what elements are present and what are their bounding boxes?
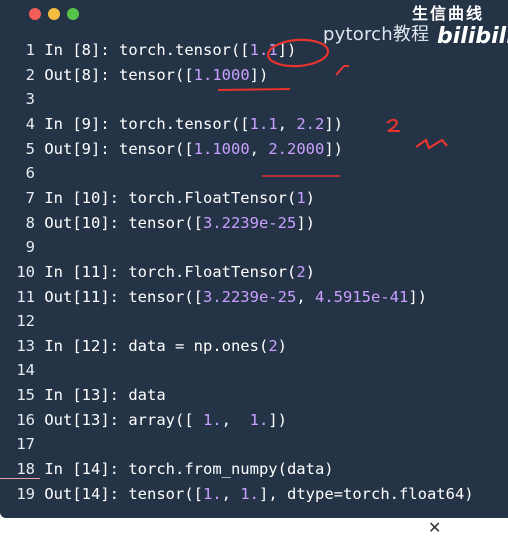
code-line: 5 Out[9]: tensor([1.1000, 2.2000]) (0, 137, 343, 162)
code-text: , (221, 484, 241, 503)
code-text: Out[10]: tensor([ (44, 213, 203, 232)
code-text: In [9]: torch.tensor([ (44, 114, 250, 133)
watermark-title: pytorch教程 (323, 24, 430, 45)
code-text: In [10]: torch.FloatTensor( (44, 188, 297, 207)
number-literal: 2.2000 (268, 139, 325, 158)
line-number: 10 (16, 262, 35, 281)
line-number: 6 (25, 164, 35, 183)
number-literal: 1. (202, 410, 222, 429)
line-number: 12 (16, 312, 35, 331)
code-text: ) (305, 188, 315, 207)
code-line: 1 In [8]: torch.tensor([1.1]) (0, 38, 297, 63)
code-text: Out[9]: tensor([ (44, 139, 194, 158)
line-number: 11 (16, 287, 35, 306)
code-text: Out[14]: tensor([ (44, 484, 203, 503)
line-number: 13 (16, 336, 35, 355)
annotation-mark-1 (335, 65, 349, 76)
line-number: 4 (25, 114, 35, 133)
number-literal: 1.1 (249, 41, 278, 59)
number-literal: 1.1000 (193, 65, 250, 84)
maximize-button[interactable] (67, 8, 79, 20)
number-literal: 3.2239e-25 (202, 213, 297, 232)
line-number: 7 (25, 188, 35, 207)
code-text: Out[8]: tensor([ (44, 65, 194, 84)
code-text: ]) (296, 213, 315, 232)
code-text: ) (305, 262, 315, 281)
line-number: 19 (16, 484, 35, 503)
code-text: , (296, 287, 315, 306)
number-literal: 1 (296, 188, 306, 207)
line-number: 2 (25, 65, 35, 84)
number-literal: 3.2239e-25 (202, 287, 297, 306)
code-line: 18 In [14]: torch.from_numpy(data) (0, 457, 334, 482)
code-text: ]) (249, 65, 269, 84)
code-window: 生信曲线 pytorch教程 bilibili 1 In [8]: torch.… (0, 0, 508, 518)
code-line: 12 (0, 309, 44, 334)
code-line: 19 Out[14]: tensor([1., 1.], dtype=torch… (0, 482, 474, 507)
code-text: ], dtype=torch.float64) (259, 484, 474, 503)
code-text: Out[11]: tensor([ (44, 287, 203, 306)
number-literal: 1. (249, 410, 269, 429)
divider (0, 478, 40, 479)
code-line: 13 In [12]: data = np.ones(2) (0, 334, 287, 359)
code-line: 6 (0, 161, 44, 186)
annotation-number-2 (386, 118, 400, 132)
line-number: 15 (16, 386, 35, 405)
minimize-button[interactable] (48, 8, 60, 20)
number-literal: 1.1 (249, 114, 278, 133)
code-line: 2 Out[8]: tensor([1.1000]) (0, 63, 269, 88)
code-line: 15 In [13]: data (0, 383, 166, 408)
number-literal: 1.1000 (193, 139, 250, 158)
line-number: 8 (25, 213, 35, 232)
code-text: Out[13]: array([ (44, 410, 203, 429)
code-text: ) (277, 336, 287, 355)
code-line: 14 (0, 358, 44, 383)
line-number: 5 (25, 139, 35, 158)
code-line: 4 In [9]: torch.tensor([1.1, 2.2]) (0, 112, 343, 137)
code-text: , (221, 410, 250, 429)
code-text: ]) (324, 114, 343, 133)
number-literal: 4.5915e-41 (314, 287, 409, 306)
code-line: 11 Out[11]: tensor([3.2239e-25, 4.5915e-… (0, 285, 427, 310)
line-number: 16 (16, 410, 35, 429)
code-line: 17 (0, 432, 44, 457)
code-line: 3 (0, 87, 44, 112)
code-line: 9 (0, 235, 44, 260)
code-text: In [8]: torch.tensor([ (44, 41, 250, 59)
code-text: In [13]: data (44, 386, 166, 405)
code-line: 8 Out[10]: tensor([3.2239e-25]) (0, 211, 315, 236)
line-number: 14 (16, 361, 35, 380)
code-text: ]) (268, 410, 287, 429)
code-text: ]) (324, 139, 343, 158)
annotation-underline (217, 88, 291, 91)
line-number: 17 (16, 435, 35, 454)
line-number: 9 (25, 238, 35, 257)
close-icon: ✕ (428, 518, 442, 537)
bilibili-logo: bilibili (437, 24, 508, 49)
code-text: , (249, 139, 269, 158)
code-text: ]) (408, 287, 427, 306)
code-text: In [14]: torch.from_numpy(data) (44, 460, 334, 479)
line-number: 3 (25, 90, 35, 109)
number-literal: 2.2 (296, 114, 325, 133)
number-literal: 1. (240, 484, 259, 503)
code-text: In [12]: data = np.ones( (44, 336, 269, 355)
close-button[interactable] (29, 8, 41, 20)
line-number: 1 (25, 41, 35, 59)
number-literal: 2 (268, 336, 278, 355)
code-line: 7 In [10]: torch.FloatTensor(1) (0, 186, 315, 211)
number-literal: 2 (296, 262, 306, 281)
annotation-n-mark (415, 138, 448, 150)
code-line: 10 In [11]: torch.FloatTensor(2) (0, 260, 315, 285)
number-literal: 1. (202, 484, 222, 503)
code-line: 16 Out[13]: array([ 1., 1.]) (0, 408, 287, 433)
code-text: ]) (277, 41, 297, 59)
code-text: , (277, 114, 297, 133)
code-text: In [11]: torch.FloatTensor( (44, 262, 297, 281)
